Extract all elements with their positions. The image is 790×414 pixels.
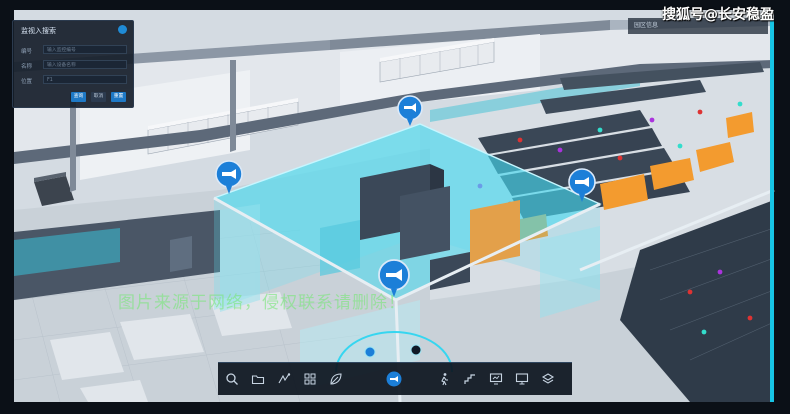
location-input[interactable]: F1 bbox=[43, 75, 127, 84]
folder-icon[interactable] bbox=[250, 371, 266, 387]
panel-title: 监视入搜索 bbox=[21, 27, 56, 35]
wall-stub-2 bbox=[70, 94, 76, 192]
field-label-code: 编号 bbox=[21, 49, 33, 55]
close-icon[interactable] bbox=[118, 25, 127, 34]
wall-stub-1 bbox=[230, 60, 236, 152]
field-label-name: 名称 bbox=[21, 64, 33, 70]
cancel-button[interactable]: 取消 bbox=[91, 92, 106, 102]
grid-icon[interactable] bbox=[302, 371, 318, 387]
camera-search-panel: 监视入搜索 编号 输入监控编号 名称 输入设备名称 位置 F1 查询 取消 重置 bbox=[12, 20, 134, 108]
search-icon[interactable] bbox=[224, 371, 240, 387]
monitoring-3d-app: 园区信息 监视入搜索 编号 输入监控编号 名称 输入设备名称 位置 F1 查询 … bbox=[0, 0, 790, 414]
right-edge-bar bbox=[770, 20, 774, 402]
bottom-toolbar bbox=[218, 362, 572, 395]
watermark-middle: 图片来源于网络，侵权联系请删除！ bbox=[118, 293, 406, 313]
layers-icon[interactable] bbox=[540, 371, 556, 387]
info-panel-title: 园区信息 bbox=[634, 22, 659, 29]
walk-icon[interactable] bbox=[436, 371, 452, 387]
screen-icon[interactable] bbox=[514, 371, 530, 387]
monitor-icon[interactable] bbox=[488, 371, 504, 387]
door bbox=[170, 236, 192, 272]
watermark-top: 搜狐号@长安稳盈 bbox=[662, 7, 774, 23]
leaf-icon[interactable] bbox=[328, 371, 344, 387]
query-button[interactable]: 查询 bbox=[71, 92, 86, 102]
stairs-icon[interactable] bbox=[462, 371, 478, 387]
name-input[interactable]: 输入设备名称 bbox=[43, 60, 127, 69]
route-icon[interactable] bbox=[276, 371, 292, 387]
field-label-location: 位置 bbox=[21, 79, 33, 85]
code-input[interactable]: 输入监控编号 bbox=[43, 45, 127, 54]
camera-icon[interactable] bbox=[386, 371, 402, 387]
reset-button[interactable]: 重置 bbox=[111, 92, 126, 102]
